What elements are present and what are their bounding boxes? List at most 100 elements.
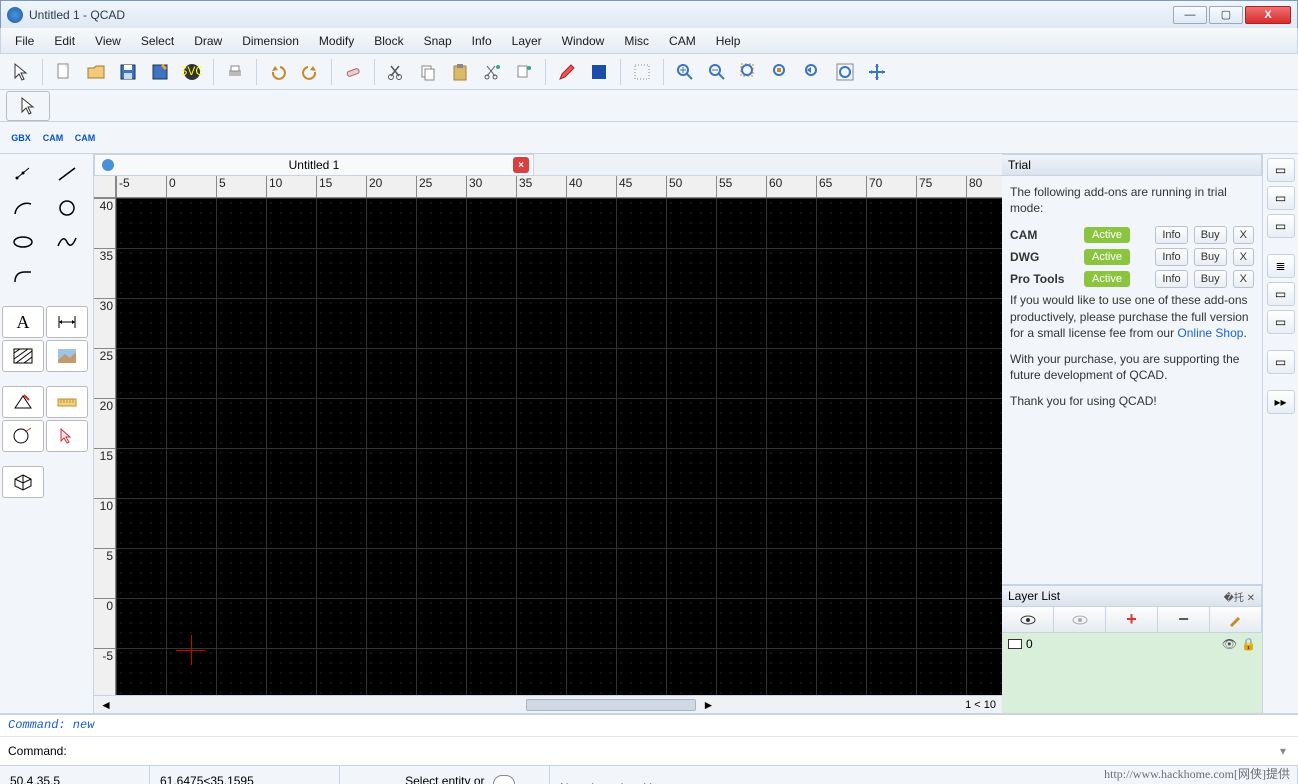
command-dropdown-icon[interactable]: ▾ xyxy=(1276,744,1290,758)
layer-lock-icon[interactable]: 🔒 xyxy=(1241,637,1256,651)
open-file-button[interactable] xyxy=(81,57,111,87)
panel-toggle-6[interactable]: ▭ xyxy=(1267,310,1295,334)
layer-edit-button[interactable] xyxy=(1210,607,1262,632)
cam-export-button[interactable]: CAM xyxy=(38,123,68,153)
menu-snap[interactable]: Snap xyxy=(414,30,462,52)
zoom-out-button[interactable] xyxy=(702,57,732,87)
panel-toggle-8[interactable]: ▸▸ xyxy=(1267,390,1295,414)
zoom-previous-button[interactable] xyxy=(798,57,828,87)
layer-remove-button[interactable]: − xyxy=(1158,607,1210,632)
layer-visible-icon[interactable]: 👁 xyxy=(1222,637,1237,651)
layer-panel-controls[interactable]: �托 ✕ xyxy=(1224,589,1255,604)
cam-import-button[interactable]: CAM xyxy=(70,123,100,153)
pan-button[interactable] xyxy=(862,57,892,87)
menu-draw[interactable]: Draw xyxy=(184,30,232,52)
panel-toggle-4[interactable]: ≣ xyxy=(1267,254,1295,278)
text-tool[interactable]: A xyxy=(2,306,44,338)
layer-panel-header[interactable]: Layer List �托 ✕ xyxy=(1002,585,1262,607)
menu-dimension[interactable]: Dimension xyxy=(232,30,309,52)
document-tab[interactable]: Untitled 1 × xyxy=(94,154,534,175)
pointer-tool-button[interactable] xyxy=(6,57,36,87)
polyline-tool[interactable] xyxy=(2,260,44,292)
point-tool[interactable] xyxy=(2,158,44,190)
panel-toggle-7[interactable]: ▭ xyxy=(1267,350,1295,374)
cut-ref-button[interactable] xyxy=(477,57,507,87)
select-tool[interactable] xyxy=(46,420,88,452)
layer-hide-all-button[interactable] xyxy=(1054,607,1106,632)
horizontal-scrollbar[interactable]: ◄ ► 1 < 10 xyxy=(94,695,1002,713)
menu-select[interactable]: Select xyxy=(131,30,184,52)
panel-toggle-2[interactable]: ▭ xyxy=(1267,186,1295,210)
grid-toggle-button[interactable] xyxy=(627,57,657,87)
cam-gbx-button[interactable]: GBX xyxy=(6,123,36,153)
menu-edit[interactable]: Edit xyxy=(44,30,85,52)
menu-modify[interactable]: Modify xyxy=(309,30,364,52)
eraser-button[interactable] xyxy=(338,57,368,87)
menu-window[interactable]: Window xyxy=(552,30,615,52)
construction-tool[interactable] xyxy=(2,386,44,418)
export-svg-button[interactable]: SVG xyxy=(177,57,207,87)
line-tool[interactable] xyxy=(46,158,88,190)
ruler-tool[interactable] xyxy=(46,386,88,418)
addon-info-button[interactable]: Info xyxy=(1155,248,1187,266)
menu-misc[interactable]: Misc xyxy=(614,30,659,52)
copy-ref-button[interactable] xyxy=(509,57,539,87)
cut-button[interactable] xyxy=(381,57,411,87)
hatch-tool[interactable] xyxy=(2,340,44,372)
online-shop-link[interactable]: Online Shop xyxy=(1177,326,1243,340)
layer-list[interactable]: 0 👁 🔒 xyxy=(1002,633,1262,713)
addon-buy-button[interactable]: Buy xyxy=(1194,248,1227,266)
document-tab-close[interactable]: × xyxy=(513,157,529,173)
undo-button[interactable] xyxy=(263,57,293,87)
zoom-in-button[interactable] xyxy=(670,57,700,87)
addon-info-button[interactable]: Info xyxy=(1155,270,1187,288)
zoom-selection-button[interactable] xyxy=(766,57,796,87)
addon-buy-button[interactable]: Buy xyxy=(1194,226,1227,244)
menu-file[interactable]: File xyxy=(5,30,44,52)
layer-add-button[interactable]: + xyxy=(1106,607,1158,632)
circle-tool[interactable] xyxy=(46,192,88,224)
layer-show-all-button[interactable] xyxy=(1002,607,1054,632)
drawing-canvas[interactable] xyxy=(116,198,1002,695)
zoom-auto-button[interactable] xyxy=(734,57,764,87)
dimension-tool[interactable] xyxy=(46,306,88,338)
spline-tool[interactable] xyxy=(46,226,88,258)
menu-view[interactable]: View xyxy=(85,30,131,52)
addon-status-badge: Active xyxy=(1084,249,1130,265)
menu-help[interactable]: Help xyxy=(706,30,751,52)
layer-row[interactable]: 0 👁 🔒 xyxy=(1004,635,1260,653)
print-button[interactable] xyxy=(220,57,250,87)
menu-cam[interactable]: CAM xyxy=(659,30,706,52)
pencil-button[interactable] xyxy=(552,57,582,87)
zoom-window-button[interactable] xyxy=(830,57,860,87)
pointer-secondary-button[interactable] xyxy=(6,91,50,121)
save-button[interactable] xyxy=(113,57,143,87)
addon-info-button[interactable]: Info xyxy=(1155,226,1187,244)
copy-button[interactable] xyxy=(413,57,443,87)
redo-button[interactable] xyxy=(295,57,325,87)
command-input[interactable] xyxy=(71,744,1276,758)
close-button[interactable]: X xyxy=(1245,6,1291,24)
panel-toggle-3[interactable]: ▭ xyxy=(1267,214,1295,238)
new-file-button[interactable] xyxy=(49,57,79,87)
paste-button[interactable] xyxy=(445,57,475,87)
arc-tool[interactable] xyxy=(2,192,44,224)
image-tool[interactable] xyxy=(46,340,88,372)
maximize-button[interactable]: ▢ xyxy=(1209,6,1243,24)
trial-support-text: With your purchase, you are supporting t… xyxy=(1010,351,1254,383)
addon-dismiss-button[interactable]: X xyxy=(1233,270,1254,288)
menu-info[interactable]: Info xyxy=(462,30,502,52)
addon-buy-button[interactable]: Buy xyxy=(1194,270,1227,288)
ellipse-tool[interactable] xyxy=(2,226,44,258)
minimize-button[interactable]: — xyxy=(1173,6,1207,24)
offset-tool[interactable] xyxy=(2,420,44,452)
isometric-tool[interactable] xyxy=(2,466,44,498)
addon-dismiss-button[interactable]: X xyxy=(1233,226,1254,244)
panel-toggle-5[interactable]: ▭ xyxy=(1267,282,1295,306)
layer-color-button[interactable] xyxy=(584,57,614,87)
menu-layer[interactable]: Layer xyxy=(502,30,552,52)
addon-dismiss-button[interactable]: X xyxy=(1233,248,1254,266)
menu-block[interactable]: Block xyxy=(364,30,413,52)
panel-toggle-1[interactable]: ▭ xyxy=(1267,158,1295,182)
save-as-button[interactable] xyxy=(145,57,175,87)
